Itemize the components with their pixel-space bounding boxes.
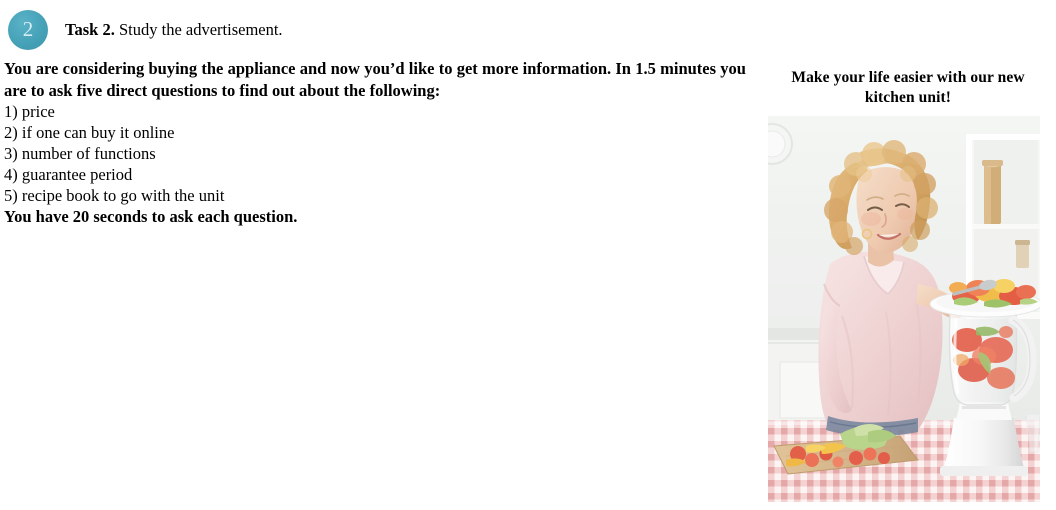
kitchen-scene-illustration xyxy=(768,116,1040,502)
instructions-closing: You have 20 seconds to ask each question… xyxy=(4,207,298,226)
instructions-block: You are considering buying the appliance… xyxy=(4,58,746,227)
task-header: 2 Task 2. Study the advertisement. xyxy=(0,10,283,50)
advertisement-heading-block: Make your life easier with our new kitch… xyxy=(766,68,1050,108)
instructions-points-list: 1) price 2) if one can buy it online 3) … xyxy=(4,101,746,206)
list-item: 2) if one can buy it online xyxy=(4,123,175,142)
page-title: Task 2. Study the advertisement. xyxy=(65,20,283,40)
list-item: 5) recipe book to go with the unit xyxy=(4,186,225,205)
list-item: 4) guarantee period xyxy=(4,165,133,184)
advertisement-heading: Make your life easier with our new kitch… xyxy=(791,69,1025,106)
task-description: Study the advertisement. xyxy=(118,20,283,39)
task-label: Task 2. xyxy=(65,20,115,39)
advertisement-photo xyxy=(768,116,1040,502)
list-item: 1) price xyxy=(4,102,55,121)
instructions-intro: You are considering buying the appliance… xyxy=(4,59,746,100)
list-item: 3) number of functions xyxy=(4,144,156,163)
task-number-badge: 2 xyxy=(8,10,48,50)
task-number-label: 2 xyxy=(22,16,34,41)
